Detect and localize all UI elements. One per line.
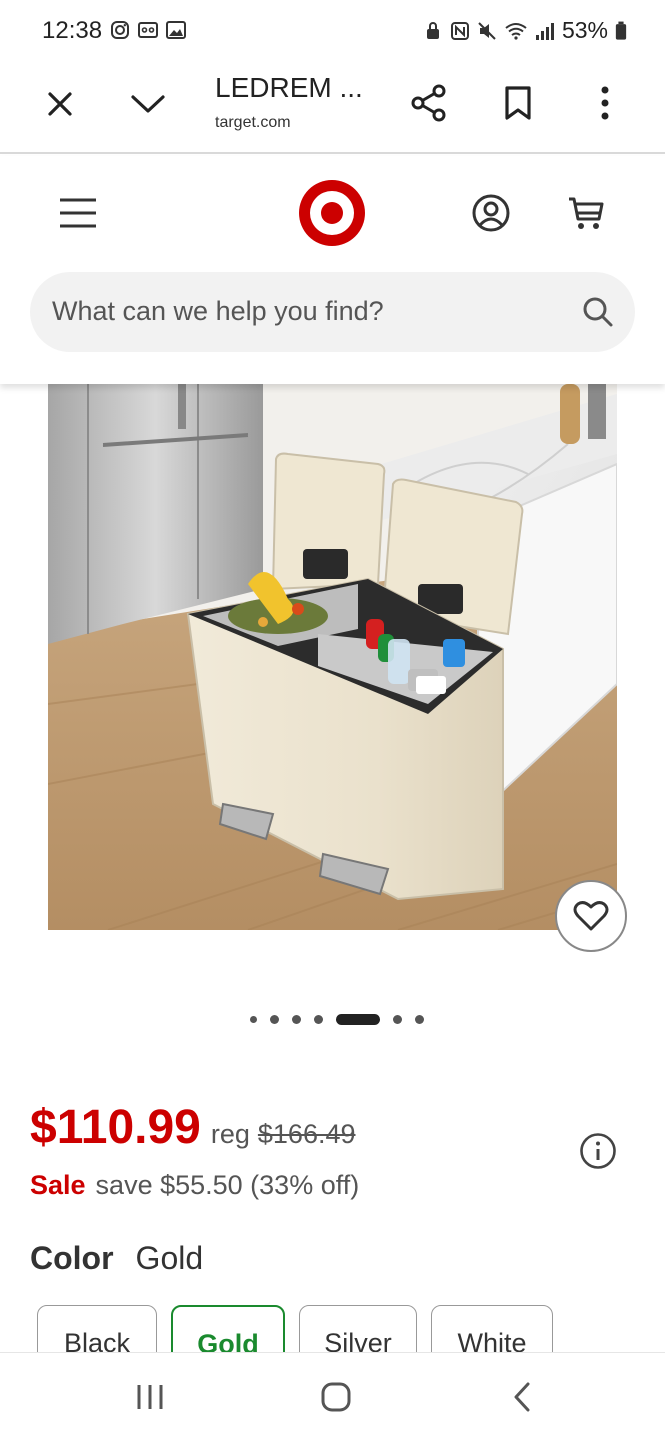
status-bar: 12:38 53%	[0, 0, 665, 62]
home-icon	[321, 1382, 351, 1412]
cart-button[interactable]	[565, 192, 607, 234]
close-button[interactable]	[40, 84, 80, 124]
lock-icon	[426, 21, 439, 39]
gallery-icon	[166, 21, 186, 39]
status-time: 12:38	[42, 17, 103, 44]
reg-label: reg	[210, 1119, 250, 1149]
custom-tab-toolbar: LEDREM ... target.com	[0, 62, 665, 154]
heart-icon	[573, 901, 609, 931]
color-row: Color Gold	[30, 1240, 203, 1277]
back-button[interactable]	[510, 1381, 534, 1418]
color-value: Gold	[135, 1240, 204, 1276]
site-header	[0, 156, 665, 384]
target-logo[interactable]	[297, 178, 367, 248]
status-right: 53%	[423, 17, 627, 44]
menu-button[interactable]	[56, 194, 100, 232]
account-icon	[472, 194, 510, 232]
more-options-button[interactable]	[588, 82, 622, 124]
carousel-dot[interactable]	[249, 1016, 257, 1023]
battery-percent: 53%	[561, 17, 608, 43]
carousel-dot[interactable]	[313, 1015, 323, 1024]
bookmark-icon	[505, 86, 531, 120]
voicemail-icon	[138, 22, 158, 38]
account-button[interactable]	[470, 192, 512, 234]
carousel-dot[interactable]	[291, 1015, 301, 1024]
chevron-down-icon	[131, 95, 165, 113]
carousel-dot[interactable]	[414, 1015, 424, 1024]
close-icon	[48, 92, 72, 116]
home-button[interactable]	[320, 1381, 352, 1418]
search-icon[interactable]	[582, 296, 614, 328]
instagram-icon	[111, 21, 129, 39]
carousel-dot[interactable]	[269, 1015, 279, 1024]
mute-icon	[478, 21, 496, 40]
product-photo	[48, 384, 617, 930]
tab-url: target.com	[215, 114, 291, 131]
system-nav-bar	[0, 1352, 665, 1440]
back-icon	[514, 1382, 530, 1412]
carousel-dot-active[interactable]	[335, 1014, 380, 1025]
savings-text: save $55.50 (33% off)	[95, 1170, 360, 1200]
search-input[interactable]	[52, 296, 572, 327]
carousel-indicator[interactable]	[0, 1014, 665, 1025]
battery-icon	[615, 21, 627, 40]
bookmark-button[interactable]	[498, 82, 538, 124]
share-button[interactable]	[408, 82, 450, 124]
carousel-dot[interactable]	[392, 1015, 402, 1024]
menu-icon	[60, 198, 96, 228]
target-logo-icon	[299, 180, 365, 246]
share-icon	[411, 84, 446, 122]
info-icon[interactable]	[579, 1132, 617, 1170]
current-price: $110.99	[30, 1101, 201, 1154]
nfc-icon	[450, 21, 469, 40]
wifi-icon	[505, 22, 527, 40]
favorite-button[interactable]	[555, 880, 627, 952]
search-bar[interactable]	[30, 272, 635, 352]
sale-label: Sale	[30, 1170, 86, 1200]
sale-row: Sale save $55.50 (33% off)	[30, 1170, 359, 1201]
color-label: Color	[30, 1240, 114, 1276]
recent-apps-button[interactable]	[136, 1381, 164, 1418]
recent-apps-icon	[137, 1385, 163, 1409]
tab-title: LEDREM ...	[215, 72, 363, 103]
cart-icon	[569, 197, 604, 229]
price-row: $110.99 reg $166.49	[30, 1100, 356, 1155]
regular-price: $166.49	[257, 1119, 356, 1149]
more-vert-icon	[601, 86, 609, 120]
minimize-button[interactable]	[126, 84, 170, 124]
signal-icon	[535, 22, 554, 40]
status-left-icons	[110, 20, 186, 40]
product-image[interactable]	[48, 384, 617, 930]
